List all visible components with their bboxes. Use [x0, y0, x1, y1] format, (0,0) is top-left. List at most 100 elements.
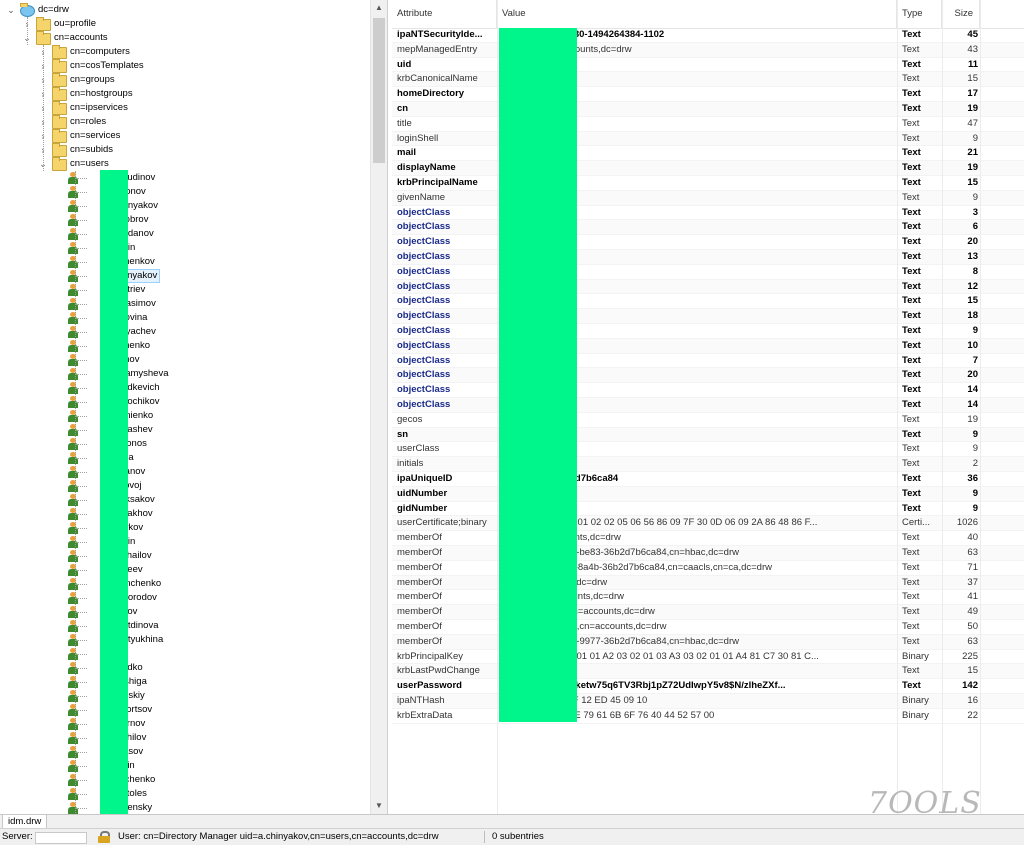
tree-user-matin[interactable]: matin — [0, 535, 370, 549]
tree-user-nuritdinova[interactable]: nuritdinova — [0, 619, 370, 633]
attribute-row[interactable]: uidNumber Text 9 — [392, 486, 1024, 502]
attribute-row[interactable]: objectClassauxText18 — [392, 309, 1024, 324]
tree-user-kunashev[interactable]: kunashev — [0, 423, 370, 437]
tree-user-kornienko[interactable]: kornienko — [0, 409, 370, 423]
tree-node-ipservices[interactable]: › cn=ipservices — [0, 101, 370, 115]
tree-user-skvortsov[interactable]: skvortsov — [0, 703, 370, 717]
attribute-row[interactable]: titleммист (Windows)Text47 — [392, 117, 1024, 132]
scroll-down-arrow-icon[interactable]: ▼ — [371, 798, 387, 814]
attribute-row[interactable]: memberOf 5c4ce-8ec5-11e9-8a4b-36b2d7b6ca8… — [392, 561, 1024, 576]
tree-user-maksakov[interactable]: maksakov — [0, 493, 370, 507]
attribute-row[interactable]: gecoskovText19 — [392, 413, 1024, 428]
attribute-row[interactable]: memberOf 30378-aee3-11e9-be83-36b2d7b6ca8… — [392, 546, 1024, 561]
tree-user-dmitriev[interactable]: dmitriev — [0, 283, 370, 297]
attribute-row[interactable]: uid Text 11 — [392, 58, 1024, 73]
attribute-row[interactable]: krbLastPwdChangeZText15 — [392, 664, 1024, 680]
tree-user-smirnov[interactable]: smirnov — [0, 717, 370, 731]
attribute-row[interactable]: objectClass Text 8 — [392, 265, 1024, 280]
attribute-row[interactable]: homeDirectoryakovText17 — [392, 87, 1024, 102]
tree-user-chinyakov[interactable]: chinyakov — [0, 269, 370, 283]
attribute-row[interactable]: krbExtraData 61 2E 63 68 69 6E 79 61 6B 6… — [392, 709, 1024, 724]
attribute-row[interactable]: displayNameyakovText19 — [392, 161, 1024, 176]
scrollbar-thumb[interactable] — [373, 18, 385, 163]
column-header-type[interactable]: Type — [897, 0, 942, 28]
tree-node-users[interactable]: ⌄ cn=users — [0, 157, 370, 171]
attribute-row[interactable]: ipaUniqueID-11e8-8662-36b2d7b6ca84Text36 — [392, 472, 1024, 487]
tree-user-ankudinov[interactable]: ankudinov — [0, 171, 370, 185]
attribute-row[interactable]: memberOfups,cn=accounts,dc=drwText37 — [392, 575, 1024, 591]
attribute-row[interactable]: memberOf cert,cn=groups,cn=accounts,dc=dr… — [392, 605, 1024, 620]
tree-user-belobrov[interactable]: belobrov — [0, 213, 370, 227]
attribute-row[interactable]: userPassword 12}10000$OKMkketw75q6TV3Rbj1… — [392, 679, 1024, 694]
attribute-row[interactable]: objectClass Text 13 — [392, 250, 1024, 265]
attribute-row[interactable]: memberOf 267e8-6ded-11ea-9977-36b2d7b6ca8… — [392, 634, 1024, 650]
attribute-row[interactable]: objectClass Text 6 — [392, 220, 1024, 236]
attribute-row[interactable]: sn Text 9 — [392, 427, 1024, 443]
attribute-row[interactable]: objectClasspersonText20 — [392, 235, 1024, 250]
attribute-row[interactable]: objectClass Text 3 — [392, 206, 1024, 221]
tree-user-lozovoj[interactable]: lozovoj — [0, 479, 370, 493]
tree-user-negorodov[interactable]: negorodov — [0, 591, 370, 605]
tree-user-golovina[interactable]: golovina — [0, 311, 370, 325]
attribute-row[interactable]: ipaNTHashE 0F 66 73 C2 DF 12 ED 45 09 10… — [392, 694, 1024, 709]
tree-node-root[interactable]: ⌄ dc=drw — [0, 3, 370, 17]
tree-user-likhonos[interactable]: likhonos — [0, 437, 370, 451]
attribute-row[interactable]: givenName Text 9 — [392, 190, 1024, 206]
column-header-attribute[interactable]: Attribute — [392, 0, 497, 28]
scroll-up-arrow-icon[interactable]: ▲ — [371, 0, 387, 16]
attribute-row[interactable]: initials Text 2 — [392, 457, 1024, 472]
tree-user-karamysheva[interactable]: karamysheva — [0, 367, 370, 381]
tree-user-shishiga[interactable]: shishiga — [0, 675, 370, 689]
attribute-row[interactable]: krbCanonicalNameWText15 — [392, 72, 1024, 88]
tree-user-roiz[interactable]: roiz — [0, 647, 370, 661]
tree-user-ivanenko[interactable]: ivanenko — [0, 339, 370, 353]
tree-user-ivanov[interactable]: ivanov — [0, 353, 370, 367]
tree-user-markov[interactable]: markov — [0, 521, 370, 535]
attribute-row[interactable]: memberOf ndows,cn=groups,cn=accounts,dc=d… — [392, 620, 1024, 635]
attribute-row[interactable]: memberOfgroups,cn=accounts,dc=drwText40 — [392, 531, 1024, 546]
attribute-row[interactable]: mepManagedEntryn=groups,cn=accounts,dc=d… — [392, 42, 1024, 58]
tree-user-bednyakov[interactable]: bednyakov — [0, 199, 370, 213]
tree-scrollbar[interactable]: ▲ ▼ — [370, 0, 387, 814]
tree-node-groups[interactable]: › cn=groups — [0, 73, 370, 87]
tree-user-monchenko[interactable]: monchenko — [0, 577, 370, 591]
tree-user-uspensky[interactable]: uspensky — [0, 801, 370, 814]
attribute-row[interactable]: objectClass Text 9 — [392, 324, 1024, 339]
column-header-value[interactable]: Value — [497, 0, 897, 28]
tree-user-antonov[interactable]: antonov — [0, 185, 370, 199]
attribute-row[interactable]: krbPrincipalNameRWText15 — [392, 176, 1024, 191]
collapse-arrow-icon[interactable]: ⌄ — [6, 3, 16, 17]
attribute-row[interactable]: objectClass Text 10 — [392, 338, 1024, 354]
attribute-row[interactable]: krbPrincipalKey 2 01 01 A1 03 02 01 01 A2… — [392, 650, 1024, 665]
tree-user-tolstoles[interactable]: tolstoles — [0, 787, 370, 801]
tree-node-subids[interactable]: › cn=subids — [0, 143, 370, 157]
tree-user-bogdanov[interactable]: bogdanov — [0, 227, 370, 241]
tree-user-tkachenko[interactable]: tkachenko — [0, 773, 370, 787]
tree-user-mikhailov[interactable]: mikhailov — [0, 549, 370, 563]
attribute-row[interactable]: mailrweb.comText21 — [392, 146, 1024, 162]
tree-node-hostgroups[interactable]: › cn=hostgroups — [0, 87, 370, 101]
attribute-row[interactable]: userCertificate;binary 2 02 E6 A0 03 02 0… — [392, 516, 1024, 532]
tree-user-khadkevich[interactable]: khadkevich — [0, 381, 370, 395]
tree-user-chinenkov[interactable]: chinenkov — [0, 255, 370, 269]
attribute-row[interactable]: objectClass Text 14 — [392, 398, 1024, 413]
tree-user-sushilov[interactable]: sushilov — [0, 731, 370, 745]
tree-user-nosov[interactable]: nosov — [0, 605, 370, 619]
attribute-row[interactable]: loginShell Text 9 — [392, 131, 1024, 147]
attribute-row[interactable]: objectClassubkeysText20 — [392, 368, 1024, 384]
tree-user-silinskiy[interactable]: silinskiy — [0, 689, 370, 703]
attribute-row[interactable]: ipaNTSecurityIde... 403269-206408330-1494… — [392, 28, 1024, 43]
attribute-row[interactable]: objectClass Text 7 — [392, 354, 1024, 369]
attribute-row[interactable]: memberOf-groups,cn=accounts,dc=drwText41 — [392, 590, 1024, 606]
attribute-row[interactable]: objectClassyText14 — [392, 383, 1024, 398]
tree-user-shedko[interactable]: shedko — [0, 661, 370, 675]
column-header-size[interactable]: Size — [942, 0, 980, 28]
attribute-row[interactable]: userClass Text 9 — [392, 442, 1024, 458]
tree-node-roles[interactable]: › cn=roles — [0, 115, 370, 129]
tree-user-goryachev[interactable]: goryachev — [0, 325, 370, 339]
tree-user-pantyukhina[interactable]: pantyukhina — [0, 633, 370, 647]
attribute-row[interactable]: gidNumber Text 9 — [392, 502, 1024, 517]
tree-user-kodochikov[interactable]: kodochikov — [0, 395, 370, 409]
tree-user-lisina[interactable]: lisina — [0, 451, 370, 465]
tree-user-tiunin[interactable]: tiunin — [0, 759, 370, 773]
